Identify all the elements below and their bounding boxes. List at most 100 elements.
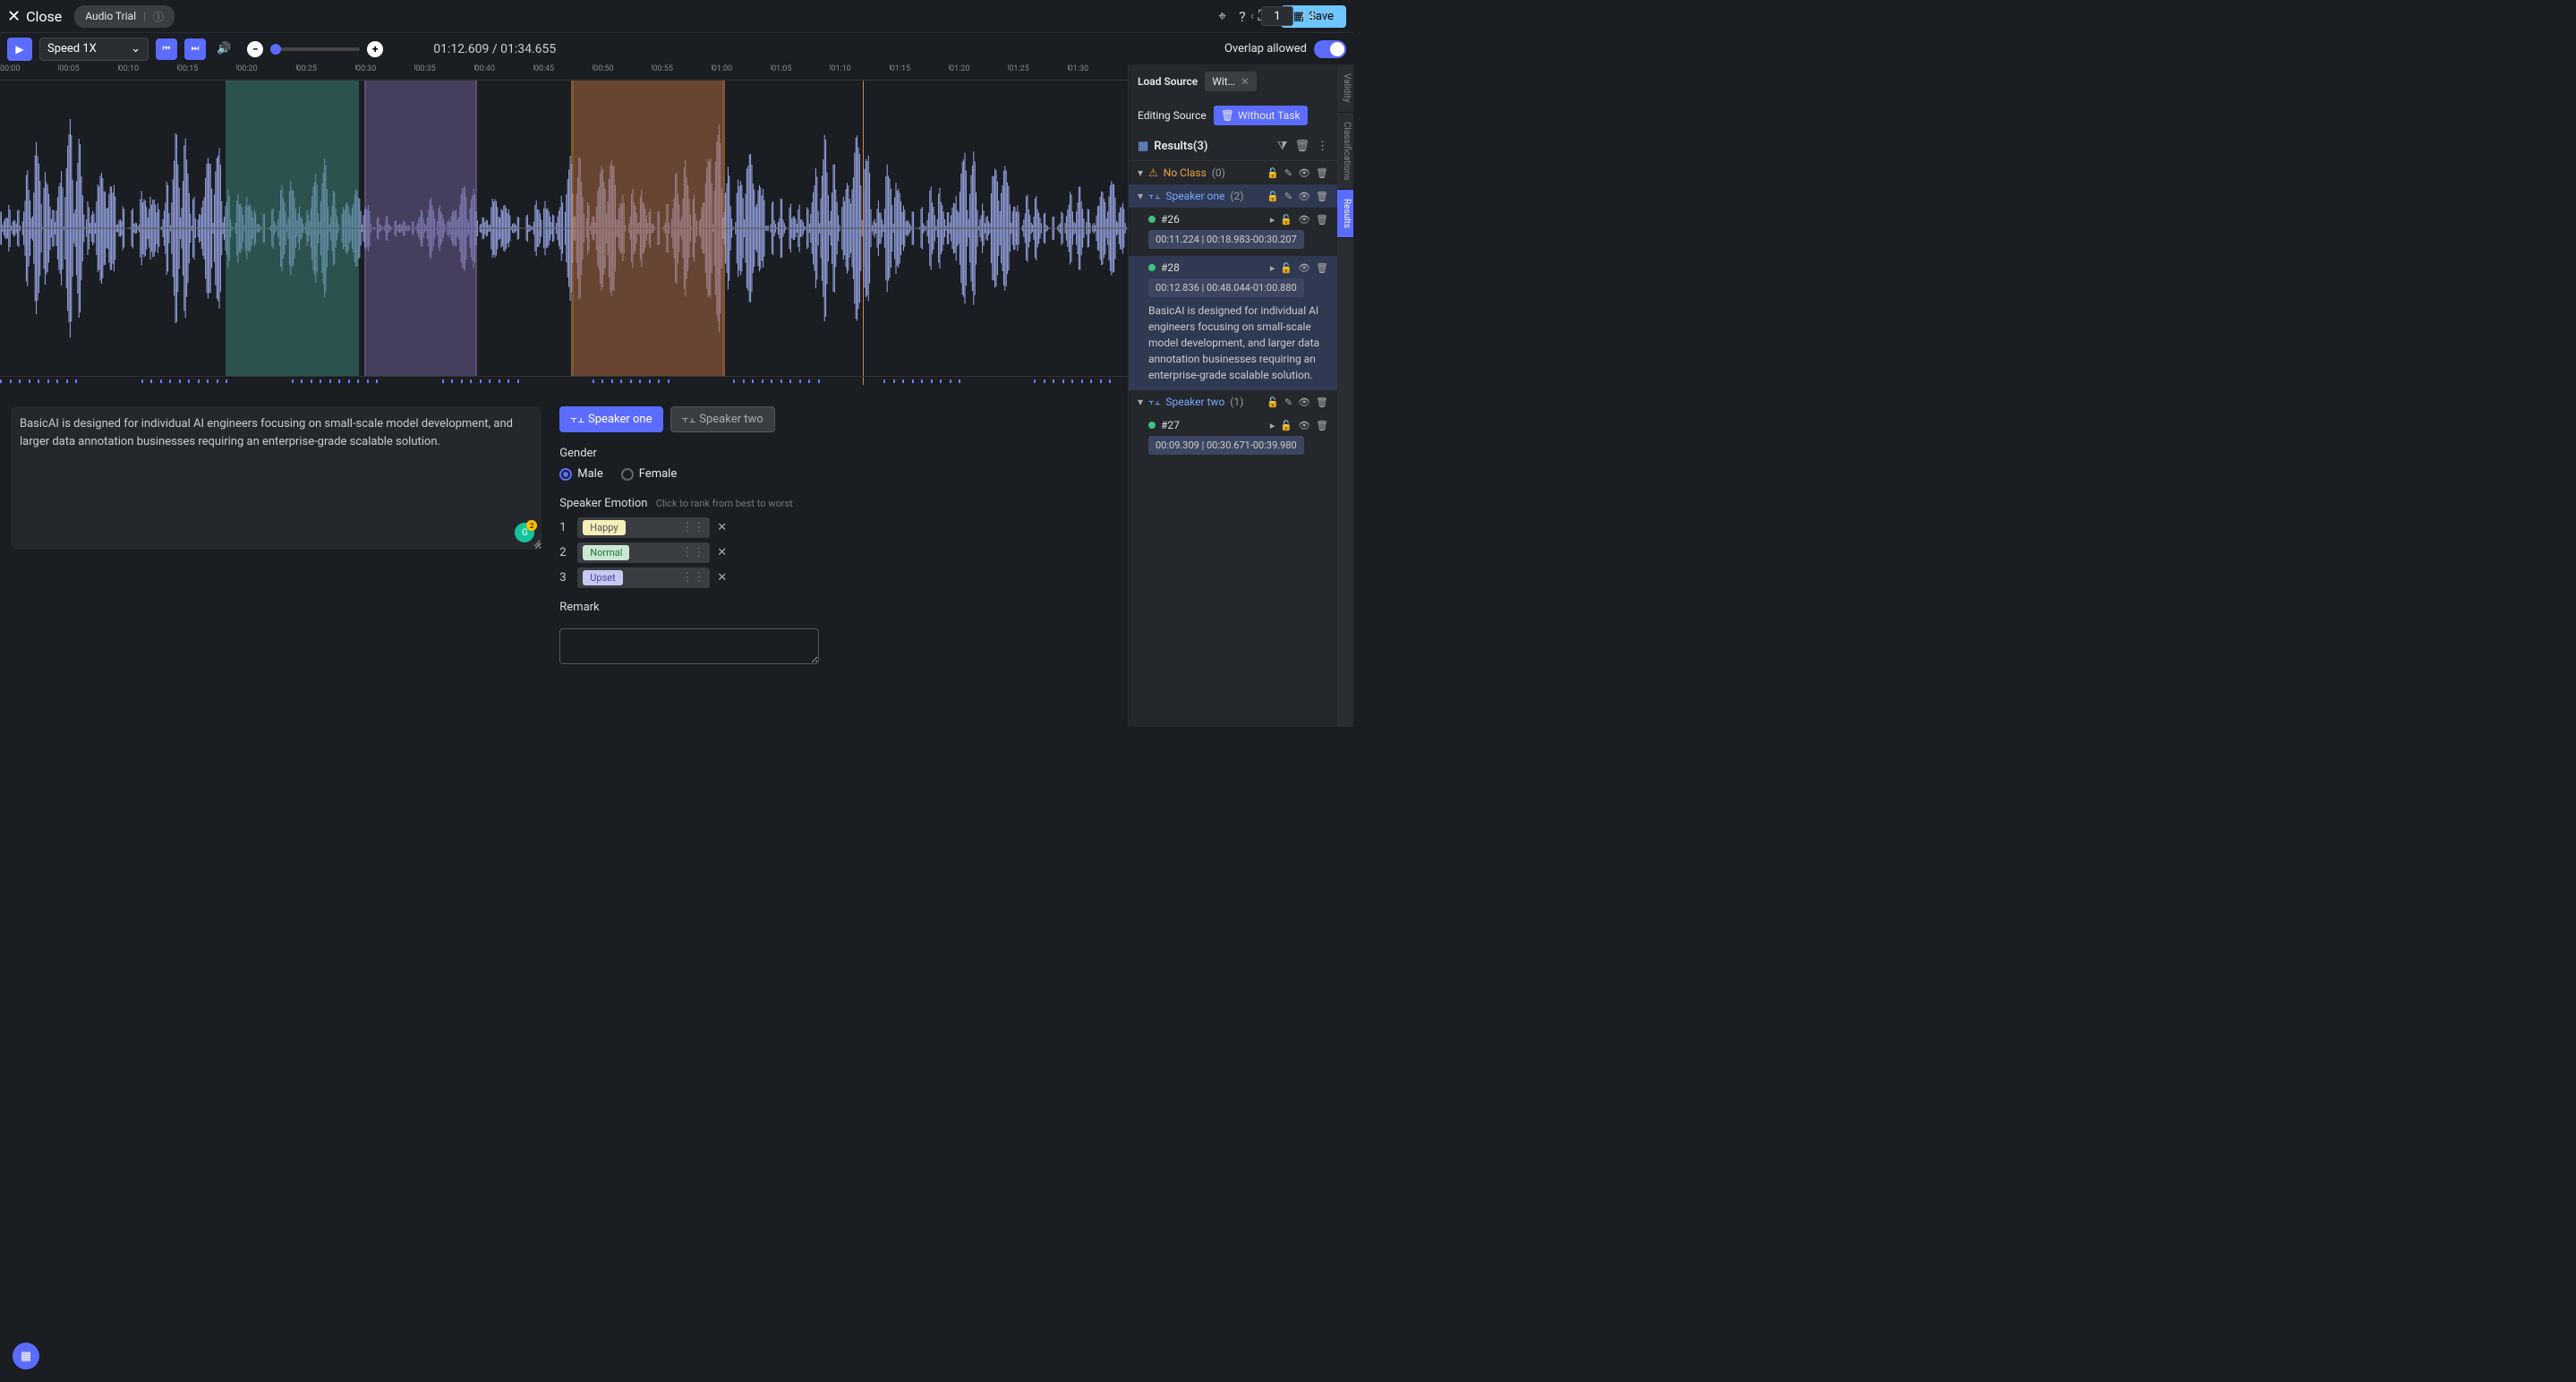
bug-icon[interactable]: ⌖: [1218, 7, 1226, 25]
zoom-in-button[interactable]: +: [367, 41, 383, 57]
speed-label: Speed 1X: [47, 42, 97, 55]
result-group-header[interactable]: ▾⫟⫠Speaker two(1)🔓✎👁🗑: [1129, 390, 1337, 414]
emotion-rank-list: 1Happy⋮⋮✕2Normal⋮⋮✕3Upset⋮⋮✕: [559, 517, 1110, 588]
radio-female[interactable]: Female: [621, 467, 677, 481]
chip-close-icon[interactable]: ✕: [1241, 75, 1250, 88]
region-teal[interactable]: [226, 81, 359, 376]
eye-icon[interactable]: 👁: [1298, 214, 1310, 226]
zoom-slider[interactable]: [270, 47, 360, 51]
lock-icon[interactable]: 🔓: [1267, 167, 1279, 179]
tab-validity[interactable]: Validity: [1337, 64, 1353, 113]
remark-textarea[interactable]: [559, 628, 819, 664]
transcript-textarea[interactable]: BasicAI is designed for individual AI en…: [11, 406, 542, 550]
drag-handle-icon[interactable]: ⋮⋮: [681, 521, 704, 534]
result-group-header[interactable]: ▾⫟⫠Speaker one(2)🔓✎👁🗑: [1129, 184, 1337, 208]
radio-male[interactable]: Male: [559, 467, 602, 481]
pager-total: / 4: [1301, 10, 1315, 23]
skip-forward-button[interactable]: ⏭: [184, 38, 206, 60]
float-action-button[interactable]: ▦: [13, 1343, 39, 1369]
more-icon[interactable]: ⋮: [1317, 140, 1328, 153]
rank-row[interactable]: 3Upset⋮⋮✕: [559, 567, 1110, 588]
region-orange[interactable]: [571, 81, 726, 376]
play-button[interactable]: ▶: [7, 38, 32, 61]
warning-icon: ⚠: [1148, 166, 1158, 179]
emotion-hint: Click to rank from best to worst: [656, 498, 793, 509]
eye-icon[interactable]: 👁: [1298, 397, 1310, 408]
result-group-header[interactable]: ▾⚠No Class(0)🔓✎👁🗑: [1129, 161, 1337, 184]
filter-icon[interactable]: ⧩: [1277, 140, 1288, 153]
resize-handle-icon[interactable]: ◢: [533, 538, 541, 548]
time-display: 01:12.609 / 01:34.655: [433, 42, 556, 56]
lock-icon[interactable]: 🔓: [1280, 420, 1292, 431]
drag-handle-icon[interactable]: ⋮⋮: [681, 546, 704, 559]
overlap-label: Overlap allowed: [1224, 42, 1307, 55]
lock-icon[interactable]: 🔓: [1267, 191, 1279, 202]
zoom-thumb[interactable]: [270, 44, 281, 55]
chevron-down-icon: ⌄: [131, 42, 141, 55]
region-purple[interactable]: [364, 81, 477, 376]
ruler-tick: 01:25: [1009, 64, 1028, 73]
caret-down-icon[interactable]: ▾: [1138, 166, 1143, 179]
lock-icon[interactable]: 🔓: [1280, 262, 1292, 274]
eye-icon[interactable]: 👁: [1298, 167, 1310, 179]
pager-next-icon[interactable]: ›: [1322, 9, 1326, 23]
trash-icon[interactable]: 🗑: [1316, 191, 1328, 202]
gender-radio-group: Male Female: [559, 467, 1110, 481]
rank-row[interactable]: 1Happy⋮⋮✕: [559, 517, 1110, 538]
drag-handle-icon[interactable]: ⋮⋮: [681, 571, 704, 584]
info-icon[interactable]: ⓘ: [153, 9, 164, 24]
volume-icon[interactable]: 🔊: [217, 42, 231, 55]
trash-icon[interactable]: 🗑: [1316, 214, 1328, 226]
help-icon[interactable]: ?: [1239, 8, 1246, 25]
remove-icon[interactable]: ✕: [717, 546, 727, 559]
remove-icon[interactable]: ✕: [717, 521, 727, 534]
caret-down-icon[interactable]: ▾: [1138, 396, 1143, 408]
lock-icon[interactable]: 🔓: [1267, 397, 1279, 408]
play-small-icon[interactable]: ▸: [1270, 262, 1275, 274]
play-small-icon[interactable]: ▸: [1270, 420, 1275, 431]
minimap[interactable]: [0, 376, 1128, 385]
grammarly-icon[interactable]: G 2: [515, 523, 534, 542]
tab-classifications[interactable]: Classifications: [1337, 113, 1353, 190]
trash-icon[interactable]: 🗑: [1316, 420, 1328, 431]
pager: ‹ / 4 ›: [1250, 6, 1326, 26]
close-button[interactable]: ✕ Close: [7, 7, 62, 26]
edit-icon[interactable]: ✎: [1284, 191, 1292, 202]
ruler-tick: 00:55: [653, 64, 672, 73]
playhead[interactable]: [863, 81, 864, 376]
task-pill[interactable]: 🗑 Without Task: [1214, 106, 1308, 125]
overlap-toggle[interactable]: [1314, 40, 1346, 58]
source-chip[interactable]: Wit… ✕: [1205, 72, 1257, 91]
result-item[interactable]: #27▸🔓👁🗑00:09.309 | 00:30.671-00:39.980: [1129, 414, 1337, 462]
result-item[interactable]: #26▸🔓👁🗑00:11.224 | 00:18.983-00:30.207: [1129, 208, 1337, 256]
ruler-tick: 00:25: [297, 64, 317, 73]
eye-icon[interactable]: 👁: [1298, 420, 1310, 431]
results-grid-icon: ▦: [1138, 140, 1148, 153]
rank-row[interactable]: 2Normal⋮⋮✕: [559, 542, 1110, 563]
caret-down-icon[interactable]: ▾: [1138, 190, 1143, 202]
play-small-icon[interactable]: ▸: [1270, 214, 1275, 226]
zoom-out-button[interactable]: −: [247, 41, 263, 57]
speaker-tag[interactable]: ⫟⫠Speaker two: [670, 406, 775, 432]
result-item[interactable]: #28▸🔓👁🗑00:12.836 | 00:48.044-01:00.880Ba…: [1129, 256, 1337, 390]
eye-icon[interactable]: 👁: [1298, 191, 1310, 202]
delete-all-icon[interactable]: 🗑: [1294, 140, 1309, 153]
trash-icon[interactable]: 🗑: [1316, 167, 1328, 179]
edit-icon[interactable]: ✎: [1284, 167, 1292, 179]
trash-icon[interactable]: 🗑: [1316, 397, 1328, 408]
tab-results[interactable]: Results: [1337, 190, 1353, 238]
grammarly-badge: 2: [526, 520, 537, 531]
remove-icon[interactable]: ✕: [717, 571, 727, 584]
edit-icon[interactable]: ✎: [1284, 397, 1292, 408]
waveform-area[interactable]: 00:0000:0500:1000:1500:2000:2500:3000:35…: [0, 64, 1128, 396]
skip-back-button[interactable]: ⏮: [156, 38, 177, 60]
eye-icon[interactable]: 👁: [1298, 262, 1310, 274]
speed-select[interactable]: Speed 1X ⌄: [39, 38, 149, 61]
speaker-tag[interactable]: ⫟⫠Speaker one: [559, 406, 662, 432]
pager-input[interactable]: [1261, 6, 1293, 26]
trash-icon[interactable]: 🗑: [1316, 262, 1328, 274]
trash-icon: 🗑: [1221, 109, 1234, 122]
wave-canvas[interactable]: [0, 81, 1128, 376]
pager-prev-icon[interactable]: ‹: [1250, 9, 1254, 23]
lock-icon[interactable]: 🔓: [1280, 214, 1292, 226]
